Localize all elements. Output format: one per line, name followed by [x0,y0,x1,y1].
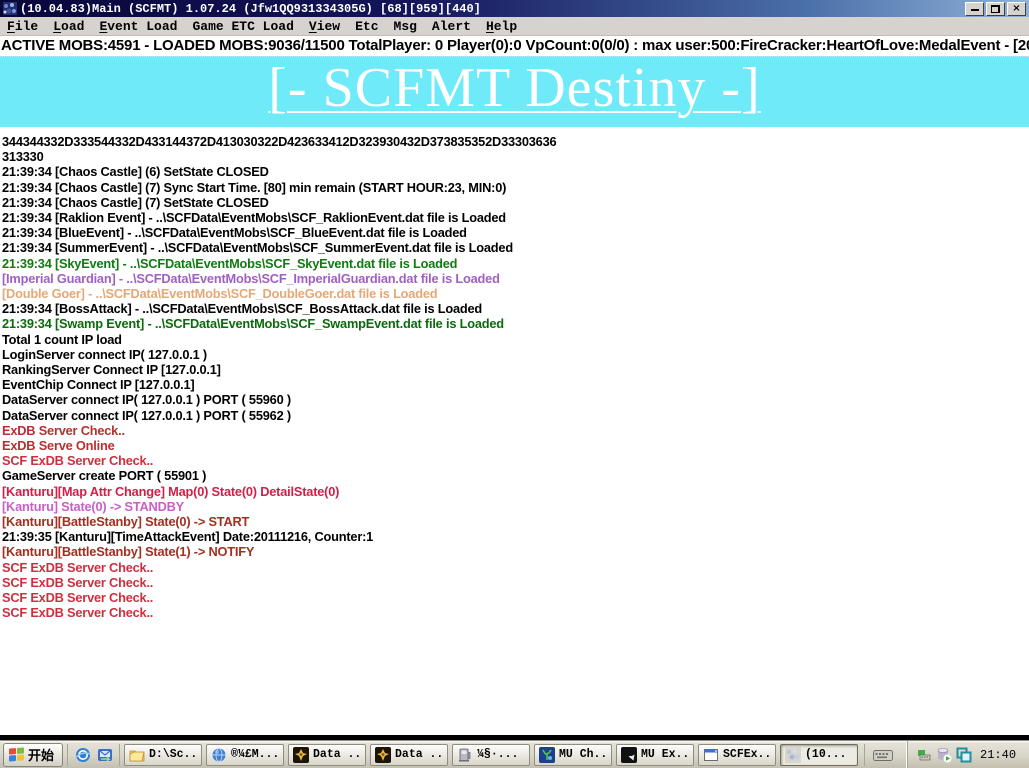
restore-button[interactable] [986,2,1005,16]
tray-database-icon[interactable] [936,747,952,763]
log-line: DataServer connect IP( 127.0.0.1 ) PORT … [2,392,1029,407]
log-line: [Kanturu][BattleStanby] State(0) -> STAR… [2,514,1029,529]
windows-logo-icon [9,747,24,762]
restore-icon [991,5,1000,13]
menu-help[interactable]: Help [486,19,517,34]
menu-bar: File Load Event Load Game ETC Load View Etc Ms… [0,17,1029,36]
log-line: SCF ExDB Server Check.. [2,453,1029,468]
log-line: [Double Goer] - ..\SCFData\EventMobs\SCF… [2,286,1029,301]
log-line: 21:39:34 [SummerEvent] - ..\SCFData\Even… [2,240,1029,255]
keyboard-icon [873,748,893,762]
log-line: SCF ExDB Server Check.. [2,605,1029,620]
log-line: GameServer create PORT ( 55901 ) [2,468,1029,483]
title-bar: (10.04.83)Main (SCFMT) 1.07.24 (Jfw1QQ93… [0,0,1029,17]
taskbar-item-label: (10... [805,748,846,761]
menu-game-etc-load[interactable]: Game ETC Load [192,19,293,34]
pump-icon [457,747,473,763]
mu-arrow-icon [621,747,637,763]
server-log: 344344332D333544332D433144372D413030322D… [0,127,1029,621]
taskbar-item-scfmt-active[interactable]: (10... [780,744,858,766]
banner-text: [- SCFMT Destiny -] [268,60,760,124]
log-line: 21:39:34 [Chaos Castle] (6) SetState CLO… [2,164,1029,179]
data-emblem-icon [375,747,391,763]
log-line: 21:39:34 [BlueEvent] - ..\SCFData\EventM… [2,225,1029,240]
log-line: [Imperial Guardian] - ..\SCFData\EventMo… [2,271,1029,286]
menu-load[interactable]: Load [53,19,84,34]
taskbar-item-label: Data ... [395,748,443,761]
close-button[interactable]: × [1007,2,1026,16]
outlook-express-icon[interactable] [96,746,113,763]
taskbar-item-label: ¼§·... [477,748,518,761]
log-line: [Kanturu] State(0) -> STANDBY [2,499,1029,514]
ime-indicator[interactable] [864,744,901,766]
close-icon: × [1012,4,1020,14]
internet-explorer-icon[interactable] [74,746,91,763]
taskbar-item-label: Data ... [313,748,361,761]
system-tray: 21:40 [907,741,1022,768]
log-line: 21:39:34 [Raklion Event] - ..\SCFData\Ev… [2,210,1029,225]
menu-file[interactable]: File [7,19,38,34]
menu-view[interactable]: View [309,19,340,34]
log-line: SCF ExDB Server Check.. [2,575,1029,590]
minimize-icon [971,4,979,11]
data-emblem-icon [293,747,309,763]
start-button[interactable]: 开始 [3,743,63,767]
taskbar-item-label: ®¼£M... [231,748,279,761]
tray-network-icon[interactable] [956,747,972,763]
app-fuzzy-icon [785,747,801,763]
log-line: LoginServer connect IP( 127.0.0.1 ) [2,347,1029,362]
taskbar-item-dataserver-2[interactable]: Data ... [370,744,448,766]
taskbar-item-mu-ch[interactable]: MU Ch... [534,744,612,766]
log-line: 313330 [2,149,1029,164]
taskbar-item-label: SCFEx... [723,748,771,761]
main-window: (10.04.83)Main (SCFMT) 1.07.24 (Jfw1QQ93… [0,0,1029,735]
log-line: 344344332D333544332D433144372D413030322D… [2,134,1029,149]
log-line: SCF ExDB Server Check.. [2,560,1029,575]
log-line: EventChip Connect IP [127.0.0.1] [2,377,1029,392]
mu-plant-icon [539,747,555,763]
taskbar-clock[interactable]: 21:40 [980,748,1016,762]
log-line: 21:39:34 [SkyEvent] - ..\SCFData\EventMo… [2,256,1029,271]
log-line: [Kanturu][Map Attr Change] Map(0) State(… [2,484,1029,499]
app-icon [3,2,17,15]
log-line: RankingServer Connect IP [127.0.0.1] [2,362,1029,377]
taskbar: 开始 D:\Sc... ®¼£M... Data ... Data ... ¼§… [0,740,1029,768]
menu-alert[interactable]: Alert [432,19,471,34]
quick-launch-bar [67,744,120,766]
menu-etc[interactable]: Etc [355,19,378,34]
log-line: SCF ExDB Server Check.. [2,590,1029,605]
log-line: 21:39:34 [Chaos Castle] (7) SetState CLO… [2,195,1029,210]
taskbar-item-dataserver-1[interactable]: Data ... [288,744,366,766]
menu-msg[interactable]: Msg [394,19,417,34]
taskbar-item-label: MU Ch... [559,748,607,761]
log-line: DataServer connect IP( 127.0.0.1 ) PORT … [2,408,1029,423]
window-icon [703,747,719,763]
taskbar-item-label: MU Ex... [641,748,689,761]
taskbar-item-browser[interactable]: ®¼£M... [206,744,284,766]
minimize-button[interactable] [965,2,984,16]
log-line: 21:39:34 [BossAttack] - ..\SCFData\Event… [2,301,1029,316]
log-line: ExDB Server Check.. [2,423,1029,438]
log-line: [Kanturu][BattleStanby] State(1) -> NOTI… [2,544,1029,559]
start-label: 开始 [28,745,54,764]
banner: [- SCFMT Destiny -] [0,56,1029,127]
log-line: Total 1 count IP load [2,332,1029,347]
folder-icon [129,747,145,763]
log-line: 21:39:35 [Kanturu][TimeAttackEvent] Date… [2,529,1029,544]
menu-event-load[interactable]: Event Load [99,19,177,34]
taskbar-item-scfex[interactable]: SCFEx... [698,744,776,766]
log-line: ExDB Serve Online [2,438,1029,453]
status-line: ACTIVE MOBS:4591 - LOADED MOBS:9036/1150… [0,36,1029,56]
taskbar-item-utility[interactable]: ¼§·... [452,744,530,766]
log-line: 21:39:34 [Chaos Castle] (7) Sync Start T… [2,180,1029,195]
taskbar-item-explorer[interactable]: D:\Sc... [124,744,202,766]
window-title: (10.04.83)Main (SCFMT) 1.07.24 (Jfw1QQ93… [20,2,965,16]
taskbar-item-mu-ex[interactable]: MU Ex... [616,744,694,766]
log-line: 21:39:34 [Swamp Event] - ..\SCFData\Even… [2,316,1029,331]
tray-input-icon[interactable] [916,747,932,763]
globe-icon [211,747,227,763]
taskbar-item-label: D:\Sc... [149,748,197,761]
